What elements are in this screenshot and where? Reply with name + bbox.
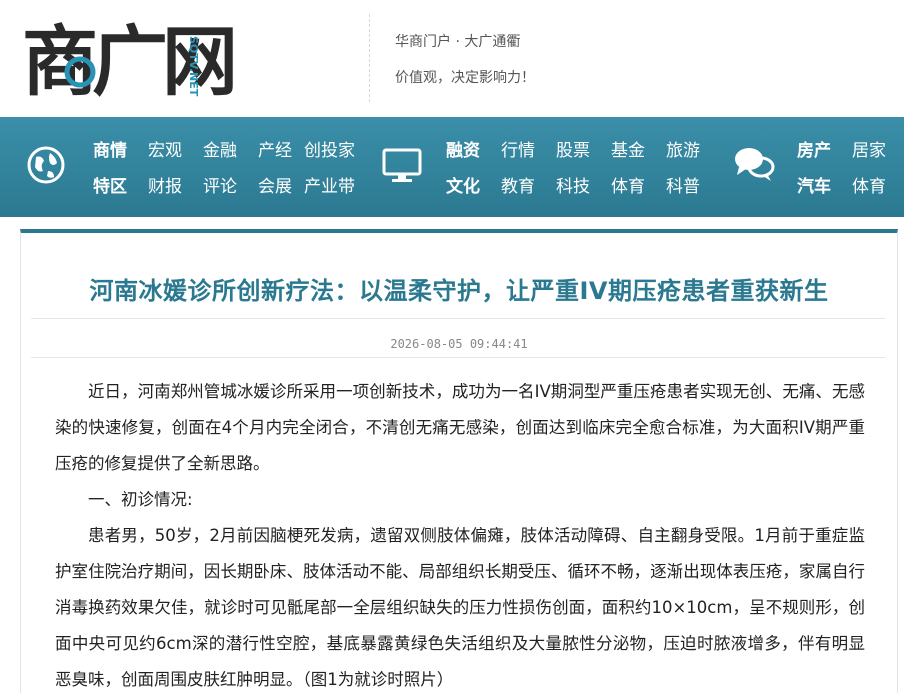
article-paragraph: 近日，河南郑州管城冰媛诊所采用一项创新技术，成功为一名IV期洞型严重压疮患者实现… (55, 382, 865, 473)
nav-link[interactable]: 基金 (611, 136, 645, 161)
logo-text: 商广网 (22, 18, 233, 98)
nav-link[interactable]: 旅游 (666, 136, 700, 161)
article-paragraph: 患者男，50岁，2月前因脑梗死发病，遗留双侧肢体偏瘫，肢体活动障碍、自主翻身受限… (55, 526, 865, 689)
article-card: 河南冰媛诊所创新疗法：以温柔守护，让严重IV期压疮患者重获新生 2026-08-… (20, 229, 898, 693)
nav-link[interactable]: 体育 (852, 172, 886, 197)
nav-link[interactable]: 房产 (797, 136, 831, 161)
article-title: 河南冰媛诊所创新疗法：以温柔守护，让严重IV期压疮患者重获新生 (89, 277, 829, 305)
nav-link[interactable]: 特区 (93, 172, 127, 197)
nav-link[interactable]: 创投家 (304, 136, 355, 161)
site-logo[interactable]: 商广网 SQTV.NET (22, 18, 304, 98)
article-date: 2026-08-05 09:44:41 (390, 337, 528, 351)
nav-link[interactable]: 金融 (203, 136, 237, 161)
globe-icon (27, 146, 65, 184)
nav-link[interactable]: 会展 (258, 172, 292, 197)
logo-domain: SQTV.NET (187, 36, 200, 97)
nav-link[interactable]: 文化 (446, 172, 480, 197)
nav-link[interactable]: 股票 (556, 136, 590, 161)
divider (31, 318, 885, 319)
nav-link[interactable]: 产业带 (304, 172, 355, 197)
monitor-icon (382, 148, 422, 182)
divider (31, 357, 885, 358)
article-paragraph: 一、初诊情况: (88, 490, 193, 509)
nav-link[interactable]: 体育 (611, 172, 645, 197)
chat-bubbles-icon (735, 148, 775, 181)
nav-link[interactable]: 教育 (501, 172, 535, 197)
nav-link[interactable]: 商情 (93, 136, 127, 161)
site-header: 商广网 SQTV.NET 华商门户 · 大广通衢 价值观，决定影响力！ (0, 0, 904, 117)
nav-link[interactable]: 财报 (148, 172, 182, 197)
nav-link[interactable]: 科普 (666, 172, 700, 197)
main-nav: 商情 宏观 金融 产经 创投家 特区 财报 评论 会展 产业带 融资 行情 股票… (0, 117, 904, 217)
header-divider (369, 14, 370, 102)
nav-link[interactable]: 评论 (203, 172, 237, 197)
nav-link[interactable]: 科技 (556, 172, 590, 197)
nav-link[interactable]: 行情 (501, 136, 535, 161)
nav-link[interactable]: 融资 (446, 136, 480, 161)
slogan-line-1: 华商门户 · 大广通衢 (395, 34, 521, 50)
slogan-line-2: 价值观，决定影响力！ (395, 70, 535, 86)
nav-link[interactable]: 宏观 (148, 136, 182, 161)
nav-link[interactable]: 产经 (258, 136, 292, 161)
nav-link[interactable]: 居家 (852, 136, 886, 161)
nav-link[interactable]: 汽车 (797, 172, 831, 197)
article-body: 近日，河南郑州管城冰媛诊所采用一项创新技术，成功为一名IV期洞型严重压疮患者实现… (55, 374, 865, 698)
